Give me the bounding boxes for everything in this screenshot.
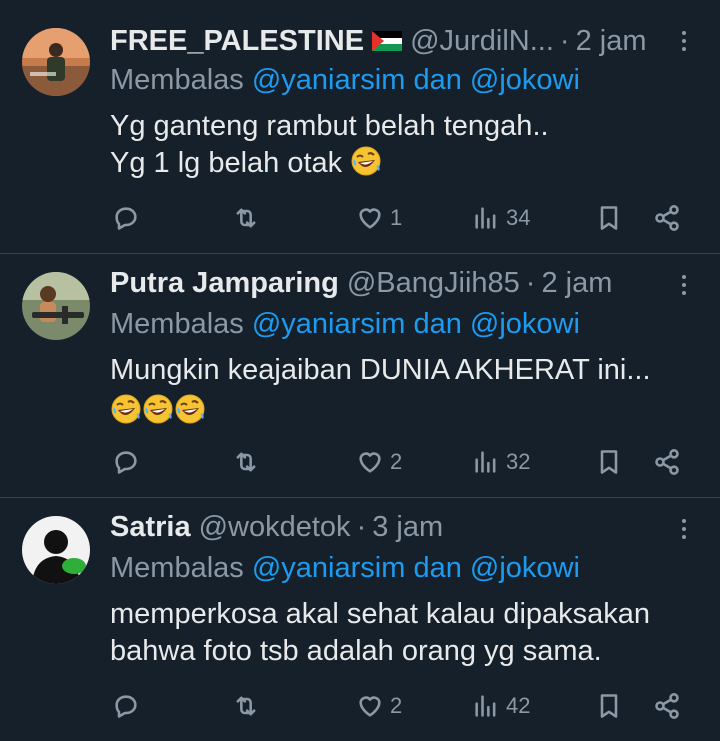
bookmark-icon [600, 450, 618, 474]
tweet-text: memperkosa akal sehat kalau dipaksakan b… [110, 596, 700, 670]
tweet-text-line: Yg 1 lg belah otak [110, 147, 343, 179]
retweet-button[interactable] [232, 686, 266, 726]
tweet-actions: 2 32 [0, 442, 720, 482]
reply-icon [115, 451, 137, 474]
user-handle[interactable]: @wokdetok [199, 510, 351, 544]
views-icon [475, 451, 496, 473]
more-icon[interactable] [674, 512, 694, 546]
display-name[interactable]: Putra Jamparing [110, 266, 339, 300]
view-count: 32 [506, 449, 531, 474]
reply-context: Membalas @yaniarsim dan @jokowi [110, 551, 580, 585]
tweet-text-line: Mungkin keajaiban DUNIA AKHERAT ini... [110, 354, 651, 386]
reply-context: Membalas @yaniarsim dan @jokowi [110, 63, 580, 97]
like-button[interactable]: 2 [356, 442, 402, 482]
tweet-text: Yg ganteng rambut belah tengah.. Yg 1 lg… [110, 108, 700, 182]
reply-button[interactable] [112, 686, 146, 726]
like-icon [359, 208, 381, 229]
views-button[interactable]: 32 [472, 442, 530, 482]
tweet-text-line: memperkosa akal sehat kalau dipaksakan [110, 598, 651, 630]
rofl-emoji-icon [350, 145, 382, 177]
avatar[interactable] [22, 516, 90, 584]
reply-button[interactable] [112, 198, 146, 238]
user-handle[interactable]: @JurdilN... [410, 24, 554, 58]
timestamp[interactable]: 2 jam [541, 266, 612, 300]
like-count: 1 [390, 205, 403, 230]
views-icon [475, 695, 496, 717]
like-icon [359, 696, 381, 717]
share-button[interactable] [653, 198, 681, 238]
retweet-button[interactable] [232, 198, 266, 238]
mention-conjunction[interactable]: dan [413, 552, 461, 584]
views-icon [475, 207, 496, 229]
timestamp[interactable]: 3 jam [372, 510, 443, 544]
tweet-actions: 1 34 [0, 198, 720, 238]
reply-prefix: Membalas [110, 64, 244, 96]
reply-prefix: Membalas [110, 308, 244, 340]
mention-link[interactable]: @yaniarsim [252, 64, 406, 96]
tweet-text: Mungkin keajaiban DUNIA AKHERAT ini... [110, 352, 700, 430]
share-icon [655, 205, 679, 231]
bookmark-icon [600, 206, 618, 230]
bookmark-button[interactable] [595, 198, 623, 238]
reply-feed: FREE_PALESTINE @JurdilN... · 2 jam Memba… [0, 0, 720, 741]
reply-icon [115, 695, 137, 718]
share-icon [655, 693, 679, 719]
rofl-emoji-icon [110, 393, 142, 425]
mention-link[interactable]: @jokowi [470, 64, 580, 96]
separator-dot: · [356, 511, 367, 543]
mention-conjunction[interactable]: dan [413, 64, 461, 96]
avatar[interactable] [22, 272, 90, 340]
user-handle[interactable]: @BangJiih85 [347, 266, 520, 300]
rofl-emoji-icon [174, 393, 206, 425]
mention-link[interactable]: @jokowi [470, 308, 580, 340]
bookmark-button[interactable] [595, 442, 623, 482]
share-button[interactable] [653, 442, 681, 482]
reply-button[interactable] [112, 442, 146, 482]
mention-link[interactable]: @yaniarsim [252, 552, 406, 584]
timestamp[interactable]: 2 jam [576, 24, 647, 58]
reply-icon [115, 207, 137, 230]
like-count: 2 [390, 693, 403, 718]
mention-link[interactable]: @yaniarsim [252, 308, 406, 340]
mention-link[interactable]: @jokowi [470, 552, 580, 584]
bookmark-icon [600, 694, 618, 718]
view-count: 34 [506, 205, 531, 230]
tweet-2[interactable]: Putra Jamparing @BangJiih85 · 2 jam Memb… [0, 254, 720, 498]
like-count: 2 [390, 449, 403, 474]
tweet-text-line: Yg ganteng rambut belah tengah.. [110, 110, 549, 142]
like-icon [359, 452, 381, 473]
retweet-icon [236, 696, 256, 716]
view-count: 42 [506, 693, 531, 718]
reply-prefix: Membalas [110, 552, 244, 584]
retweet-icon [236, 452, 256, 472]
share-icon [655, 449, 679, 475]
like-button[interactable]: 1 [356, 198, 402, 238]
retweet-button[interactable] [232, 442, 266, 482]
share-button[interactable] [653, 686, 681, 726]
avatar[interactable] [22, 28, 90, 96]
more-icon[interactable] [674, 24, 694, 58]
rofl-emoji-icon [142, 393, 174, 425]
like-button[interactable]: 2 [356, 686, 402, 726]
more-icon[interactable] [674, 268, 694, 302]
display-name[interactable]: FREE_PALESTINE [110, 24, 364, 58]
separator-dot: · [525, 267, 536, 299]
views-button[interactable]: 42 [472, 686, 530, 726]
mention-conjunction[interactable]: dan [413, 308, 461, 340]
reply-context: Membalas @yaniarsim dan @jokowi [110, 307, 580, 341]
tweet-1[interactable]: FREE_PALESTINE @JurdilN... · 2 jam Memba… [0, 0, 720, 254]
tweet-actions: 2 42 [0, 686, 720, 726]
tweet-text-line: bahwa foto tsb adalah orang yg sama. [110, 635, 602, 667]
display-name[interactable]: Satria [110, 510, 191, 544]
views-button[interactable]: 34 [472, 198, 530, 238]
tweet-3[interactable]: Satria @wokdetok · 3 jam Membalas @yania… [0, 498, 720, 741]
separator-dot: · [559, 25, 570, 57]
bookmark-button[interactable] [595, 686, 623, 726]
retweet-icon [236, 208, 256, 228]
palestine-flag-icon [372, 31, 403, 51]
